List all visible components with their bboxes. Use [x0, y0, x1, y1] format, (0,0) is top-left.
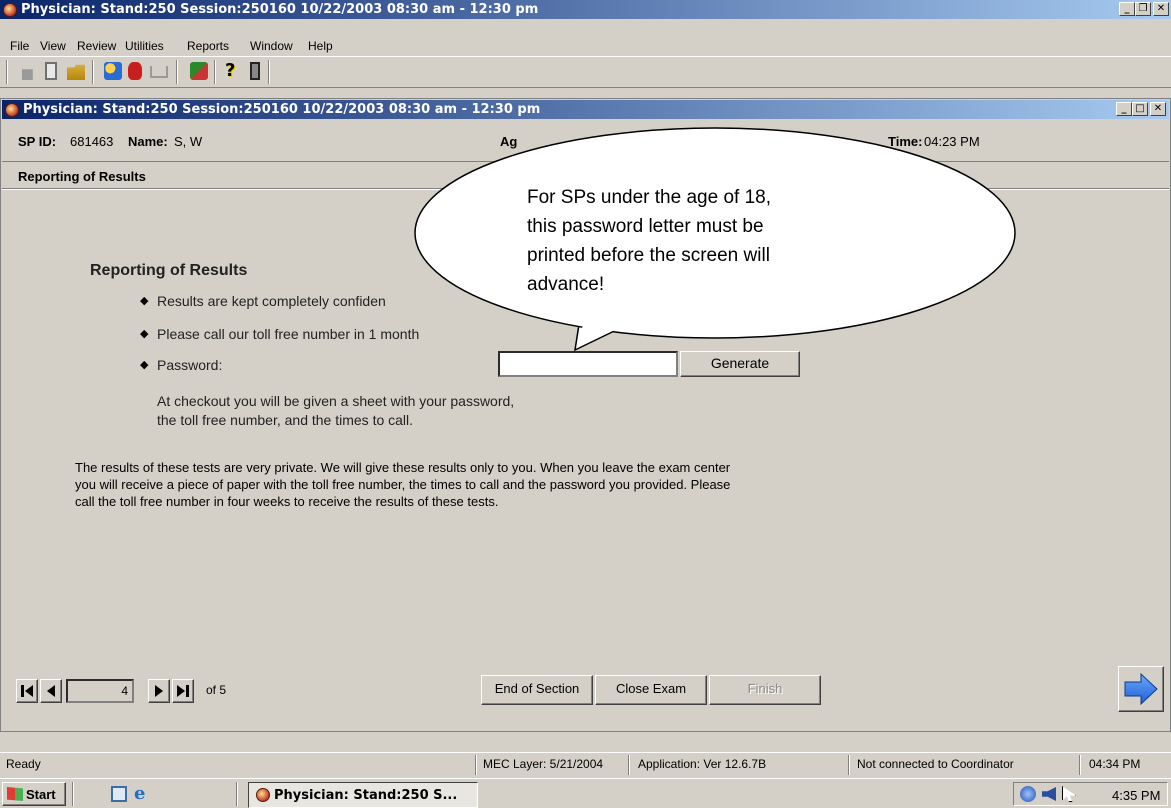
privacy-paragraph-line3: call the toll free number in four weeks …: [75, 494, 499, 509]
inner-app-icon[interactable]: [5, 102, 19, 117]
taskbar-active-task[interactable]: Physician: Stand:250 S...: [248, 782, 478, 808]
call-text: Please call our toll free number in 1 mo…: [157, 326, 420, 342]
start-button[interactable]: Start: [2, 782, 66, 806]
toolbar-separator: [176, 60, 178, 84]
status-separator: [628, 755, 630, 775]
people-icon[interactable]: [104, 62, 122, 80]
taskbar: [0, 778, 1171, 808]
callout-line3: printed before the screen will: [527, 245, 770, 266]
outer-window-title: Physician: Stand:250 Session:250160 10/2…: [21, 2, 539, 17]
copy-icon[interactable]: [45, 62, 57, 80]
name-label: Name:: [128, 134, 168, 149]
checkout-text-line2: the toll free number, and the times to c…: [157, 412, 414, 428]
menu-window[interactable]: Window: [250, 39, 293, 53]
callout-balloon: [414, 127, 1016, 352]
arrow-right-icon: [1124, 672, 1158, 706]
status-separator: [848, 755, 850, 775]
finish-button[interactable]: Finish: [709, 675, 821, 705]
outer-title-bar[interactable]: Physician: Stand:250 Session:250160 10/2…: [0, 0, 1171, 19]
status-time: 04:34 PM: [1089, 757, 1141, 771]
toolbar-separator: [92, 60, 94, 84]
inner-maximize-button[interactable]: □: [1132, 102, 1148, 116]
bullet-icon: ◆: [140, 328, 149, 340]
task-app-icon: [256, 788, 270, 802]
quicklaunch-ie-icon[interactable]: e: [134, 785, 152, 803]
windows-flag-icon: [7, 787, 23, 801]
first-page-button[interactable]: [16, 679, 38, 703]
checkout-text-line1: At checkout you will be given a sheet wi…: [157, 393, 515, 409]
first-page-icon: [21, 685, 33, 697]
last-page-button[interactable]: [172, 679, 194, 703]
taskbar-clock: 4:35 PM: [1112, 788, 1161, 803]
status-application: Application: Ver 12.6.7B: [638, 757, 767, 771]
inner-window-title: Physician: Stand:250 Session:250160 10/2…: [23, 102, 541, 117]
toolbar-separator: [268, 60, 270, 84]
quicklaunch-desktop-icon[interactable]: [111, 786, 127, 802]
taskbar-separator: [236, 782, 238, 806]
exit-icon[interactable]: [250, 62, 260, 80]
status-separator: [475, 755, 477, 775]
minimize-button[interactable]: _: [1119, 2, 1135, 16]
confidential-text: Results are kept completely confiden: [157, 293, 386, 309]
prev-page-icon: [47, 685, 55, 697]
password-label: Password:: [157, 357, 223, 373]
status-separator: [1079, 755, 1081, 775]
bullet-icon: ◆: [140, 359, 149, 371]
menu-bar: [0, 19, 1171, 41]
sp-id-value: 681463: [70, 134, 114, 149]
tools-icon[interactable]: [190, 62, 208, 80]
network-icon[interactable]: [1020, 786, 1036, 802]
next-page-button[interactable]: [148, 679, 170, 703]
next-screen-button[interactable]: [1118, 666, 1164, 712]
close-button[interactable]: ✕: [1153, 2, 1169, 16]
page-number-value: 4: [121, 684, 128, 698]
menu-help[interactable]: Help: [308, 39, 333, 53]
toolbar-grip: [6, 60, 8, 84]
tray-icon[interactable]: [150, 66, 168, 78]
page-count: of 5: [206, 683, 227, 697]
menu-review[interactable]: Review: [77, 39, 116, 53]
help-icon[interactable]: ?: [225, 62, 243, 80]
task-label: Physician: Stand:250 S...: [274, 787, 458, 803]
next-page-icon: [155, 685, 163, 697]
hand-stop-icon[interactable]: [128, 62, 142, 80]
privacy-paragraph-line2: you will receive a piece of paper with t…: [75, 477, 731, 492]
status-coordinator: Not connected to Coordinator: [857, 757, 1014, 771]
bullet-icon: ◆: [140, 295, 149, 307]
content-heading: Reporting of Results: [90, 262, 248, 279]
callout-line4: advance!: [527, 274, 605, 295]
close-exam-button[interactable]: Close Exam: [595, 675, 707, 705]
inner-title-bar[interactable]: Physician: Stand:250 Session:250160 10/2…: [2, 100, 1169, 119]
status-mec-layer: MEC Layer: 5/21/2004: [483, 757, 604, 771]
taskbar-separator: [72, 782, 74, 806]
last-page-icon: [177, 685, 189, 697]
restore-button[interactable]: ❐: [1135, 2, 1151, 16]
name-value: S, W: [174, 134, 203, 149]
menu-view[interactable]: View: [40, 39, 66, 53]
callout-line2: this password letter must be: [527, 216, 764, 237]
app-icon[interactable]: [3, 2, 17, 17]
start-label: Start: [26, 786, 56, 802]
status-ready: Ready: [6, 757, 41, 771]
callout-line1: For SPs under the age of 18,: [527, 187, 771, 208]
inner-close-button[interactable]: ✕: [1150, 102, 1166, 116]
menu-utilities[interactable]: Utilities: [125, 39, 164, 53]
prev-page-button[interactable]: [40, 679, 62, 703]
page-number-field[interactable]: 4: [66, 679, 134, 703]
sp-id-label: SP ID:: [18, 134, 57, 149]
inner-minimize-button[interactable]: _: [1116, 102, 1132, 116]
section-header: Reporting of Results: [18, 169, 146, 184]
toolbar-separator: [214, 60, 216, 84]
privacy-paragraph-line1: The results of these tests are very priv…: [75, 460, 731, 475]
end-of-section-button[interactable]: End of Section: [481, 675, 593, 705]
menu-reports[interactable]: Reports: [187, 39, 229, 53]
menu-file[interactable]: File: [10, 39, 29, 53]
